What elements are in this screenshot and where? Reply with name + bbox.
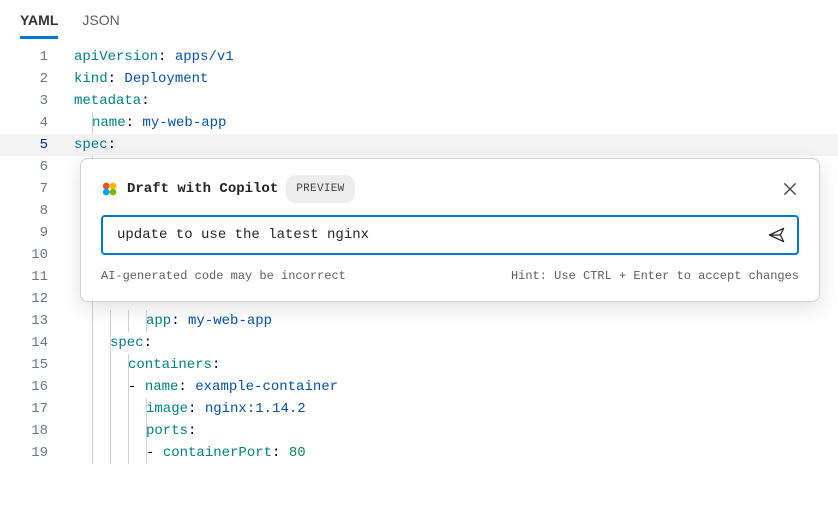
prompt-box xyxy=(101,215,799,255)
close-icon[interactable] xyxy=(781,180,799,198)
code-line[interactable]: 18ports: xyxy=(0,420,838,442)
line-number: 16 xyxy=(0,376,72,398)
line-number: 3 xyxy=(0,90,72,112)
code-content: spec: xyxy=(72,134,838,156)
line-number: 6 xyxy=(0,156,72,178)
popup-title: Draft with Copilot xyxy=(127,178,278,200)
code-content: containers: xyxy=(72,354,838,376)
line-number: 14 xyxy=(0,332,72,354)
line-number: 2 xyxy=(0,68,72,90)
code-content: kind: Deployment xyxy=(72,68,838,90)
send-icon[interactable] xyxy=(767,225,787,245)
popup-footer: AI-generated code may be incorrect Hint:… xyxy=(101,265,799,287)
editor-tabs: YAML JSON xyxy=(0,0,838,40)
line-number: 7 xyxy=(0,178,72,200)
shortcut-hint: Hint: Use CTRL + Enter to accept changes xyxy=(511,265,799,287)
line-number: 12 xyxy=(0,288,72,310)
code-line[interactable]: 3metadata: xyxy=(0,90,838,112)
code-line[interactable]: 5spec: xyxy=(0,134,838,156)
line-number: 11 xyxy=(0,266,72,288)
line-number: 4 xyxy=(0,112,72,134)
ai-disclaimer: AI-generated code may be incorrect xyxy=(101,265,346,287)
code-line[interactable]: 14spec: xyxy=(0,332,838,354)
code-line[interactable]: 2kind: Deployment xyxy=(0,68,838,90)
copilot-popup: Draft with Copilot PREVIEW AI-generated … xyxy=(80,158,820,302)
tab-json[interactable]: JSON xyxy=(82,10,119,39)
code-content: metadata: xyxy=(72,90,838,112)
copilot-icon xyxy=(101,180,119,198)
code-content: - containerPort: 80 xyxy=(72,442,838,464)
code-editor[interactable]: Draft with Copilot PREVIEW AI-generated … xyxy=(0,40,838,464)
code-line[interactable]: 1apiVersion: apps/v1 xyxy=(0,46,838,68)
line-number: 17 xyxy=(0,398,72,420)
line-number: 13 xyxy=(0,310,72,332)
line-number: 1 xyxy=(0,46,72,68)
code-line[interactable]: 13app: my-web-app xyxy=(0,310,838,332)
line-number: 8 xyxy=(0,200,72,222)
code-content: apiVersion: apps/v1 xyxy=(72,46,838,68)
prompt-input[interactable] xyxy=(117,227,767,243)
code-line[interactable]: 19- containerPort: 80 xyxy=(0,442,838,464)
line-number: 19 xyxy=(0,442,72,464)
code-content: image: nginx:1.14.2 xyxy=(72,398,838,420)
popup-header: Draft with Copilot PREVIEW xyxy=(101,175,799,203)
tab-yaml[interactable]: YAML xyxy=(20,10,58,39)
line-number: 9 xyxy=(0,222,72,244)
code-line[interactable]: 17image: nginx:1.14.2 xyxy=(0,398,838,420)
code-content: - name: example-container xyxy=(72,376,838,398)
line-number: 18 xyxy=(0,420,72,442)
line-number: 5 xyxy=(0,134,72,156)
line-number: 15 xyxy=(0,354,72,376)
code-content: app: my-web-app xyxy=(72,310,838,332)
code-content: name: my-web-app xyxy=(72,112,838,134)
code-line[interactable]: 4name: my-web-app xyxy=(0,112,838,134)
code-line[interactable]: 16- name: example-container xyxy=(0,376,838,398)
line-number: 10 xyxy=(0,244,72,266)
code-line[interactable]: 15containers: xyxy=(0,354,838,376)
code-content: ports: xyxy=(72,420,838,442)
code-content: spec: xyxy=(72,332,838,354)
preview-badge: PREVIEW xyxy=(286,175,354,203)
